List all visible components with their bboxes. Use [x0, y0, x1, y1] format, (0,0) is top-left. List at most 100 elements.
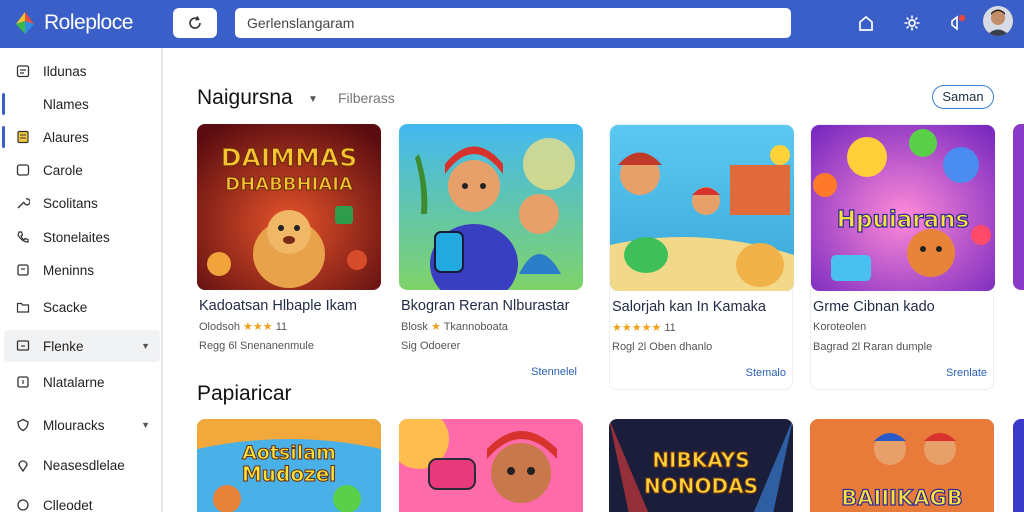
- see-all-button[interactable]: Saman: [932, 85, 994, 109]
- game-thumbnail[interactable]: DAIMMAS DHABBHIAIA: [197, 124, 381, 290]
- sidebar-item-7[interactable]: Meninns: [4, 254, 160, 286]
- game-action-link[interactable]: Srenlate: [946, 367, 987, 379]
- rating-value: 11: [275, 321, 288, 333]
- thumb-subtitle-text: NONODAS: [644, 474, 758, 498]
- game-thumbnail[interactable]: BAIIIKAGB: [810, 419, 994, 512]
- game-card-partial[interactable]: [1013, 124, 1024, 290]
- filter-label[interactable]: Filberass: [338, 90, 395, 106]
- game-creator: Koroteolen: [813, 321, 867, 333]
- sidebar-item-9[interactable]: Flenke ▼: [4, 330, 160, 362]
- game-thumbnail[interactable]: NIBKAYS NONODAS: [609, 419, 793, 512]
- game-action-link[interactable]: Stennelel: [531, 366, 577, 378]
- game-thumbnail[interactable]: Aotsilam Mudozel: [197, 419, 381, 512]
- rating-value: Tkannoboata: [443, 321, 508, 333]
- rating-stars: ★★★: [243, 321, 273, 333]
- section-title-featured[interactable]: Naigursna: [197, 86, 293, 110]
- game-thumbnail[interactable]: Hpuiarans: [811, 125, 995, 291]
- game-subtitle: Bagrad 2l Raran dumple: [813, 341, 933, 353]
- chat-icon: [15, 162, 31, 178]
- game-thumbnail[interactable]: [399, 124, 583, 290]
- sidebar-item-label: Nlatalarne: [43, 374, 105, 390]
- sidebar-item-8[interactable]: Scacke: [4, 291, 160, 323]
- game-title[interactable]: Salorjah kan In Kamaka: [612, 299, 766, 315]
- sidebar-item-label: Scolitans: [43, 195, 98, 211]
- app-logo-icon[interactable]: [12, 10, 38, 36]
- chevron-down-icon[interactable]: ▼: [308, 94, 318, 105]
- thumb-title-text: DAIMMAS: [221, 143, 358, 172]
- sidebar-item-1[interactable]: Ildunas: [4, 55, 160, 87]
- game-meta: Blosk ★ Tkannoboata: [401, 320, 508, 333]
- section-title-popular[interactable]: Papiaricar: [197, 382, 292, 406]
- sidebar-item-label: Nlames: [43, 96, 89, 112]
- game-meta: Koroteolen: [813, 321, 866, 333]
- game-creator: Blosk: [401, 321, 428, 333]
- circle-icon: [15, 497, 31, 512]
- sidebar-item-label: Scacke: [43, 299, 88, 315]
- game-action-link[interactable]: Stemalo: [746, 367, 786, 379]
- sidebar-item-5[interactable]: Scolitans: [4, 187, 160, 219]
- square-icon: [15, 374, 31, 390]
- screen-icon: [15, 338, 31, 354]
- sidebar-item-12[interactable]: Neasesdlelae: [4, 449, 160, 481]
- chevron-down-icon: ▼: [141, 420, 150, 430]
- rating-stars: ★: [430, 321, 441, 333]
- game-subtitle: Rogl 2l Oben dhanlo: [612, 341, 713, 353]
- wrench-icon: [15, 195, 31, 211]
- sidebar-item-label: Carole: [43, 162, 83, 178]
- game-title[interactable]: Grme Cibnan kado: [813, 299, 935, 315]
- game-thumbnail[interactable]: [610, 125, 794, 291]
- game-card[interactable]: Bkogran Reran Nlburastar Blosk ★ Tkannob…: [399, 124, 583, 378]
- thumb-title-text: NIBKAYS: [652, 448, 749, 472]
- sidebar-item-label: Flenke: [43, 338, 84, 354]
- home-icon[interactable]: [855, 12, 877, 34]
- game-meta: ★★★★★ 11: [612, 321, 676, 334]
- sidebar-item-label: Mlouracks: [43, 417, 105, 433]
- game-subtitle: Regg 6l Snenanenmule: [199, 340, 314, 352]
- sidebar-item-6[interactable]: Stonelaites: [4, 221, 160, 253]
- sidebar-item-label: Meninns: [43, 262, 95, 278]
- game-thumbnail[interactable]: [399, 419, 583, 512]
- thumb-title-text: Aotsilam: [242, 442, 336, 464]
- phone-icon: [15, 229, 31, 245]
- sidebar-item-label: Neasesdlelae: [43, 457, 125, 473]
- game-meta: Olodsoh ★★★ 11: [199, 320, 287, 333]
- thumb-title-text: BAIIIKAGB: [841, 486, 962, 510]
- app-brand-name[interactable]: Roleploce: [44, 11, 133, 35]
- game-card[interactable]: Salorjah kan In Kamaka ★★★★★ 11 Rogl 2l …: [609, 124, 794, 390]
- sidebar-item-2[interactable]: Nlames: [4, 88, 160, 120]
- sidebar-item-10[interactable]: Nlatalarne: [4, 366, 160, 398]
- sidebar-item-label: Clleodet: [43, 497, 93, 512]
- document-icon: [15, 129, 31, 145]
- refresh-icon: [189, 16, 201, 29]
- user-avatar[interactable]: [983, 6, 1013, 36]
- sidebar-item-3[interactable]: Alaures: [4, 121, 160, 153]
- game-subtitle: Sig Odoerer: [401, 340, 461, 352]
- sidebar-item-label: Alaures: [43, 129, 89, 145]
- sidebar-item-label: Ildunas: [43, 63, 87, 79]
- sidebar-item-4[interactable]: Carole: [4, 154, 160, 186]
- refresh-button[interactable]: [173, 8, 217, 38]
- square-icon: [15, 262, 31, 278]
- game-card[interactable]: DAIMMAS DHABBHIAIA Kadoatsan Hlbaple Ika…: [197, 124, 381, 362]
- shield-icon: [15, 417, 31, 433]
- sidebar-item-13[interactable]: Clleodet: [4, 489, 160, 512]
- sidebar-item-11[interactable]: Mlouracks ▼: [4, 409, 160, 441]
- folder-icon: [15, 299, 31, 315]
- game-card[interactable]: Hpuiarans Grme Cibnan kado Koroteolen Ba…: [810, 124, 995, 390]
- sidebar: Ildunas Nlames Alaures Carole Scolitans …: [0, 48, 163, 512]
- game-card-partial[interactable]: [1013, 419, 1024, 512]
- calendar-icon: [15, 63, 31, 79]
- notifications-icon[interactable]: [947, 12, 969, 34]
- rating-value: 11: [664, 322, 676, 334]
- thumb-title-text: Hpuiarans: [837, 207, 969, 233]
- chevron-down-icon: ▼: [141, 341, 150, 351]
- top-bar: Roleploce Gerlenslangaram: [0, 0, 1024, 48]
- search-input[interactable]: Gerlenslangaram: [235, 8, 791, 38]
- pin-icon: [15, 457, 31, 473]
- game-creator: Olodsoh: [199, 321, 240, 333]
- game-title[interactable]: Bkogran Reran Nlburastar: [401, 298, 569, 314]
- rating-stars: ★★★★★: [612, 322, 662, 334]
- game-title[interactable]: Kadoatsan Hlbaple Ikam: [199, 298, 357, 314]
- settings-icon[interactable]: [901, 12, 923, 34]
- sidebar-item-label: Stonelaites: [43, 229, 110, 245]
